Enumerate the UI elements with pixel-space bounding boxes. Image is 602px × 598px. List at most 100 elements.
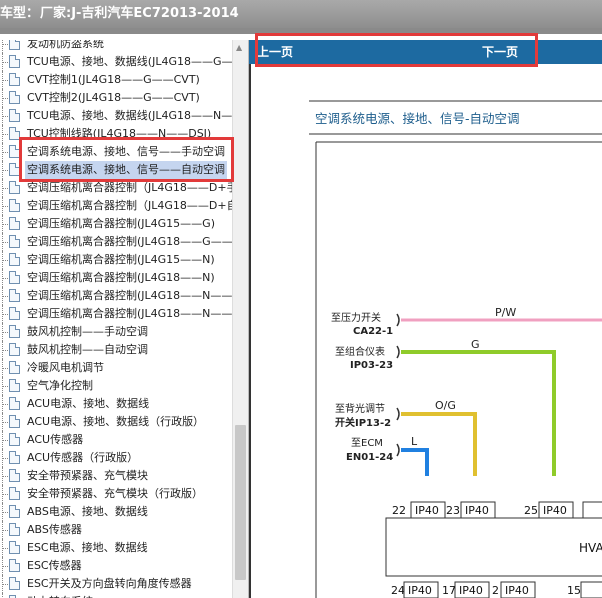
highlight-box-tree xyxy=(19,137,234,182)
tree-item[interactable]: 动力转向系统 xyxy=(0,593,232,598)
pin-17: 17 xyxy=(442,584,456,597)
tree-item[interactable]: 鼓风机控制——手动空调 xyxy=(0,323,232,341)
tree-item[interactable]: 空调压缩机离合器控制(JL4G15——N) xyxy=(0,251,232,269)
tree-item[interactable]: 空调压缩机离合器控制(JL4G18——G—— xyxy=(0,233,232,251)
title-maker: 厂家:J-吉利汽车EC72013-2014 xyxy=(40,6,239,21)
tree-item-label: ESC电源、接地、数据线 xyxy=(27,541,148,554)
document-icon xyxy=(9,559,20,572)
tree-item-label: TCU电源、接地、数据线(JL4G18——G— xyxy=(27,55,232,68)
tree-item[interactable]: ESC开关及方向盘转向角度传感器 xyxy=(0,575,232,593)
tree-item-label: ABS传感器 xyxy=(27,523,82,536)
scrollbar-thumb[interactable] xyxy=(235,425,246,580)
wire-conn: CA22-1 xyxy=(353,326,393,337)
tree-item[interactable]: 空调压缩机离合器控制(JL4G15——G) xyxy=(0,215,232,233)
wire-conn: EN01-24 xyxy=(346,452,393,463)
wire-pw: P/W 至压力开关 CA22-1 xyxy=(331,306,602,337)
pin-24: 24 xyxy=(391,584,405,597)
document-icon xyxy=(9,307,20,320)
tree-item[interactable]: ESC传感器 xyxy=(0,557,232,575)
document-icon xyxy=(9,325,20,338)
sidebar-scrollbar[interactable]: ▲ xyxy=(232,40,248,598)
document-icon xyxy=(9,217,20,230)
wire-conn: IP03-23 xyxy=(350,360,393,371)
document-icon xyxy=(9,253,20,266)
tree-item-label: ACU传感器 xyxy=(27,433,84,446)
diagram-title: 空调系统电源、接地、信号-自动空调 xyxy=(315,111,520,126)
wire-line-l xyxy=(401,448,429,476)
pin-15: 15 xyxy=(567,584,581,597)
tree-item[interactable]: ACU电源、接地、数据线（行政版） xyxy=(0,413,232,431)
document-icon xyxy=(9,397,20,410)
bottom-connectors: 24 IP40 17 IP40 2 IP40 15 xyxy=(391,581,602,598)
svg-text:IP40: IP40 xyxy=(505,584,529,597)
hvac-module xyxy=(385,517,602,577)
tree-item-label: CVT控制1(JL4G18——G——CVT) xyxy=(27,73,200,86)
pin-23: 23 xyxy=(446,504,460,517)
wire-dest: 至背光调节 xyxy=(335,402,385,415)
document-icon xyxy=(9,73,20,86)
wire-color-label: L xyxy=(411,435,418,448)
tree-item[interactable]: ACU传感器（行政版） xyxy=(0,449,232,467)
tree-item-label: TCU电源、接地、数据线(JL4G18——N— xyxy=(27,109,232,122)
tree-item[interactable]: ABS传感器 xyxy=(0,521,232,539)
wire-dest: 至压力开关 xyxy=(331,311,381,324)
tree-item[interactable]: 空调压缩机离合器控制(JL4G18——N) xyxy=(0,269,232,287)
tree-item-label: ACU电源、接地、数据线 xyxy=(27,397,150,410)
tree-item[interactable]: ABS电源、接地、数据线 xyxy=(0,503,232,521)
title-bar: 车型： 厂家:J-吉利汽车EC72013-2014 xyxy=(0,0,602,34)
tree-item[interactable]: ESC电源、接地、数据线 xyxy=(0,539,232,557)
document-icon xyxy=(9,415,20,428)
tree-item[interactable]: 安全带预紧器、充气模块（行政版） xyxy=(0,485,232,503)
wire-dest: 至组合仪表 xyxy=(335,345,385,358)
document-icon xyxy=(9,55,20,68)
sidebar-tree[interactable]: 发动机防盗系统 TCU电源、接地、数据线(JL4G18——G— CVT控制1(JL4… xyxy=(0,40,249,598)
tree-item-label: ESC开关及方向盘转向角度传感器 xyxy=(27,577,192,590)
tree-item[interactable]: 冷暖风电机调节 xyxy=(0,359,232,377)
pin-2: 2 xyxy=(492,584,499,597)
tree-item[interactable]: 安全带预紧器、充气模块 xyxy=(0,467,232,485)
document-icon xyxy=(9,469,20,482)
document-icon xyxy=(9,361,20,374)
document-icon xyxy=(9,271,20,284)
highlight-box-nav xyxy=(255,33,538,67)
tree-list: 发动机防盗系统 TCU电源、接地、数据线(JL4G18——G— CVT控制1(JL4… xyxy=(0,40,232,598)
tree-item[interactable]: 空气净化控制 xyxy=(0,377,232,395)
tree-item[interactable]: ACU传感器 xyxy=(0,431,232,449)
tree-item[interactable]: 空调压缩机离合器控制（JL4G18——D+自 xyxy=(0,197,232,215)
tree-item[interactable]: CVT控制2(JL4G18——G——CVT) xyxy=(0,89,232,107)
document-icon xyxy=(9,289,20,302)
tree-item[interactable]: 空调压缩机离合器控制(JL4G18——N—— xyxy=(0,305,232,323)
tree-item-label: ABS电源、接地、数据线 xyxy=(27,505,148,518)
tree-item[interactable]: 空调压缩机离合器控制(JL4G18——N—— xyxy=(0,287,232,305)
document-icon xyxy=(9,91,20,104)
document-icon xyxy=(9,577,20,590)
tree-item[interactable]: TCU电源、接地、数据线(JL4G18——N— xyxy=(0,107,232,125)
wire-color-label: G xyxy=(471,338,480,351)
tree-item[interactable]: CVT控制1(JL4G18——G——CVT) xyxy=(0,71,232,89)
tree-item-label: 动力转向系统 xyxy=(27,593,93,598)
tree-item[interactable]: 发动机防盗系统 xyxy=(0,40,232,53)
diagram-pane: 上一页 下一页 空调系统电源、接地、信号-自动空调 P/W 至压力开关 CA22… xyxy=(249,40,602,598)
svg-text:IP40: IP40 xyxy=(543,504,567,517)
title-prefix: 车型： xyxy=(0,6,40,21)
tree-item-label: 空调压缩机离合器控制(JL4G18——N) xyxy=(27,271,215,284)
tree-item[interactable]: 鼓风机控制——自动空调 xyxy=(0,341,232,359)
wire-conn: 开关IP13-2 xyxy=(335,416,391,429)
document-icon xyxy=(9,505,20,518)
tree-item[interactable]: ACU电源、接地、数据线 xyxy=(0,395,232,413)
scroll-up-icon[interactable]: ▲ xyxy=(236,43,242,52)
document-icon xyxy=(9,40,20,50)
pin-25: 25 xyxy=(524,504,538,517)
tree-item[interactable]: TCU电源、接地、数据线(JL4G18——G— xyxy=(0,53,232,71)
tree-item-label: 发动机防盗系统 xyxy=(27,40,104,50)
tree-item-label: 空调压缩机离合器控制(JL4G15——G) xyxy=(27,217,215,230)
document-icon xyxy=(9,199,20,212)
wiring-diagram: 空调系统电源、接地、信号-自动空调 P/W 至压力开关 CA22-1 G 至组合… xyxy=(309,100,602,598)
tree-item-label: 鼓风机控制——手动空调 xyxy=(27,325,148,338)
document-icon xyxy=(9,379,20,392)
tree-item-label: 空调压缩机离合器控制（JL4G18——D+自 xyxy=(27,199,232,212)
tree-item-label: 空调压缩机离合器控制(JL4G18——N—— xyxy=(27,289,232,302)
tree-item-label: ACU电源、接地、数据线（行政版） xyxy=(27,415,205,428)
tree-item-label: 鼓风机控制——自动空调 xyxy=(27,343,148,356)
svg-text:IP40: IP40 xyxy=(459,584,483,597)
